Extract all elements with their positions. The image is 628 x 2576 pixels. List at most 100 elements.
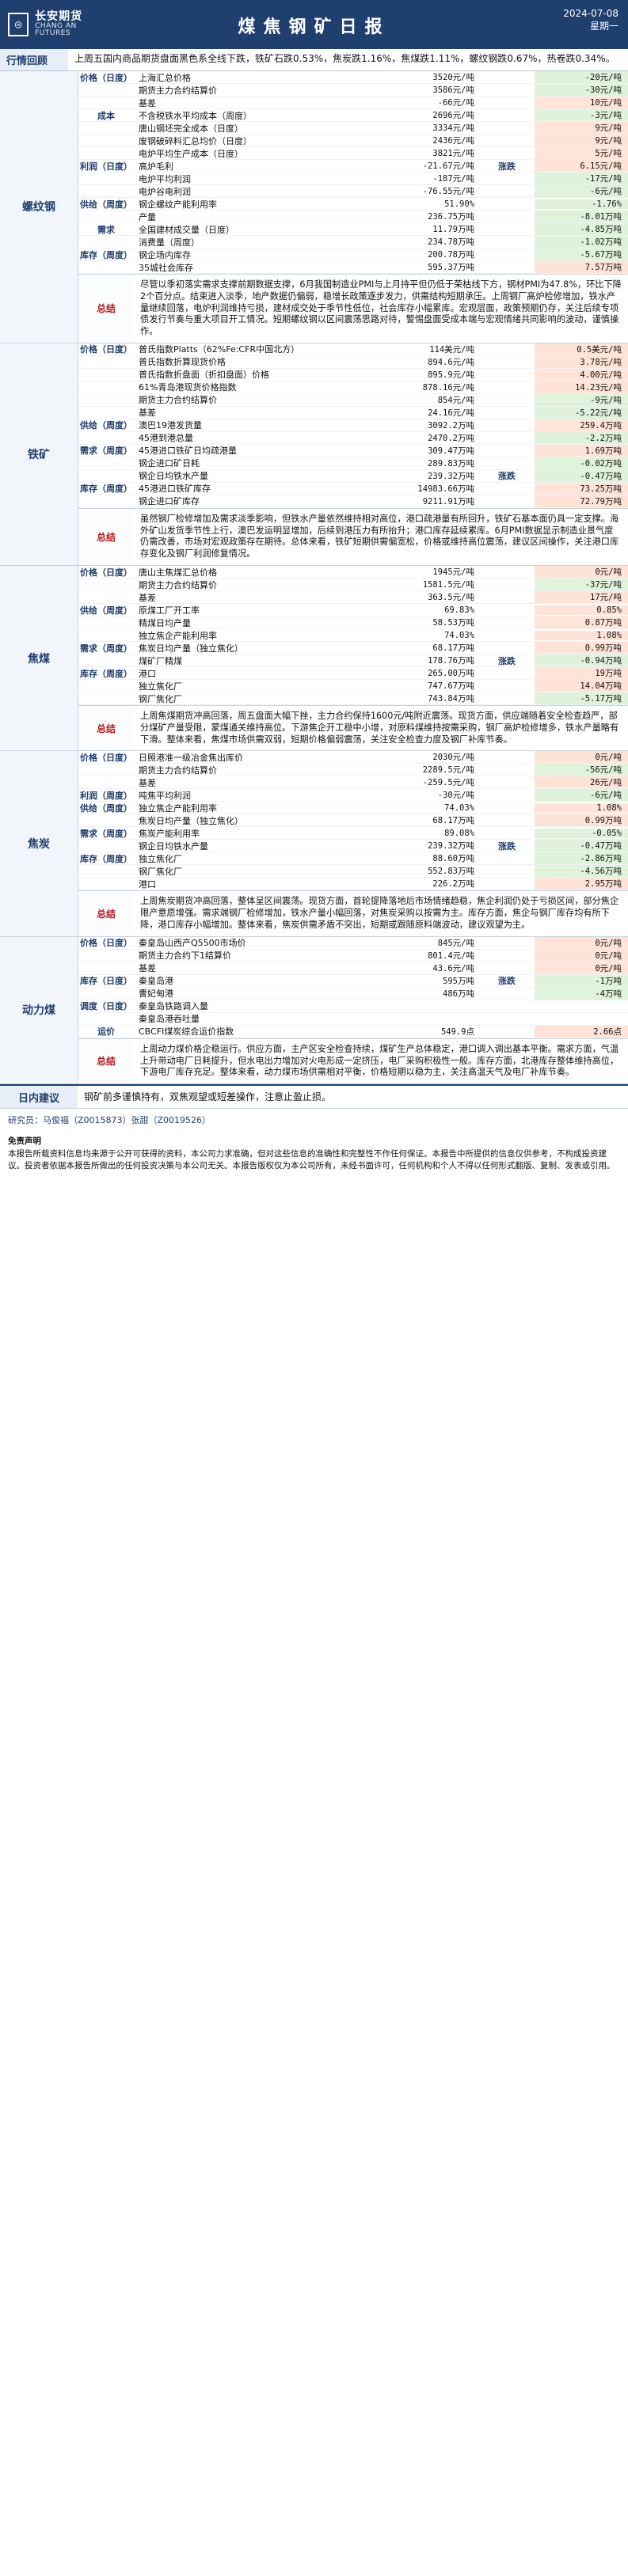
indicator-name: 期货主力合约结算价: [139, 764, 217, 776]
indicator-value: 24.16元/吨: [428, 408, 474, 418]
indicator-category: 利润（日度）: [80, 161, 132, 172]
indicator-value: 178.76万吨: [428, 656, 474, 666]
indicator-name: 上海汇总价格: [139, 72, 191, 83]
indicator-value: 69.83%: [444, 605, 474, 615]
market-review-text: 上周五国内商品期货盘面黑色系全线下跌，铁矿石跌0.53%，焦炭跌1.16%，焦煤…: [74, 53, 615, 64]
indicator-category: 供给（周度）: [80, 199, 132, 210]
indicator-name: 45港进口铁矿日均疏港量: [139, 446, 237, 457]
indicator-category: 价格（日度）: [80, 344, 132, 355]
indicator-category: 库存（周度）: [80, 853, 132, 864]
summary-text: 虽然钢厂检修增加及需求淡季影响，但铁水产量依然维持相对高位，港口疏港量有所回升，…: [140, 513, 619, 560]
section-title: 焦煤: [0, 566, 78, 751]
indicator-name: 独立焦化厂: [139, 853, 182, 864]
indicator-row: 期货主力合约结算价 2289.5元/吨 -56元/吨: [78, 764, 628, 777]
indicator-row: 供给（周度） 原煤工厂开工率 69.83% 0.85%: [78, 604, 628, 617]
indicator-value: -259.5元/吨: [422, 778, 474, 788]
indicator-name: 普氏指数折盘面（折扣盘面）价格: [139, 370, 269, 381]
indicator-name: 精煤日均产量: [139, 617, 191, 628]
indicator-name: 基差: [139, 963, 156, 974]
disclaimer-text: 本报告所载资料信息均来源于公开可获得的资料，本公司力求准确，但对这些信息的准确性…: [8, 1149, 615, 1170]
indicator-value: 2436元/吨: [432, 136, 474, 146]
indicator-name: 钢企进口矿库存: [139, 496, 200, 507]
indicator-change: 0元/吨: [535, 566, 628, 579]
indicator-change: 14.04万吨: [535, 680, 628, 692]
indicator-name: 煤矿厂精煤: [139, 655, 182, 666]
section-1: 铁矿 价格（日度） 普氏指数Platts（62%Fe:CFR中国北方） 114美元/吨…: [0, 343, 628, 567]
indicator-value: 895.9元/吨: [428, 370, 474, 380]
indicator-name: 秦皇岛山西产Q5500市场价: [139, 938, 246, 949]
indicator-row: 需求（周度） 焦炭日均产量（独立焦化） 68.17万吨 0.99万吨: [78, 642, 628, 655]
market-review-label: 行情回顾: [0, 49, 68, 70]
indicator-row: 35城社会库存 595.37万吨 7.57万吨: [78, 261, 628, 274]
indicator-name: 秦皇岛铁路调入量: [139, 1001, 208, 1012]
indicator-row: 基差 43.6元/吨 0元/吨: [78, 962, 628, 975]
indicator-value: 3092.2万吨: [428, 420, 474, 431]
indicator-change: -1万吨: [535, 974, 628, 987]
indicator-row: 独立焦企产能利用率 74.03% 1.08%: [78, 629, 628, 643]
sections: 螺纹钢 价格（日度） 上海汇总价格 3520元/吨 -20元/吨 期货主力合约结算价 358…: [0, 71, 628, 1085]
section-title: 螺纹钢: [0, 71, 78, 343]
section-0: 螺纹钢 价格（日度） 上海汇总价格 3520元/吨 -20元/吨 期货主力合约结算价 358…: [0, 71, 628, 343]
indicator-change: 17元/吨: [535, 591, 628, 604]
indicator-value: 3586元/吨: [432, 85, 474, 95]
indicator-value: -30元/吨: [437, 791, 474, 801]
indicator-category: 价格（日度）: [80, 938, 132, 949]
indicator-change: 1.08%: [535, 802, 628, 813]
indicator-value: 854元/吨: [437, 395, 474, 405]
indicator-value: 549.9点: [440, 1026, 474, 1037]
indicator-row: 钢企日均铁水产量 239.32万吨 涨跌 -0.47万吨: [78, 840, 628, 853]
indicator-row: 供给（周度） 澳巴19港发货量 3092.2万吨 259.4万吨: [78, 419, 628, 432]
indicator-change: -5.67万吨: [535, 248, 628, 260]
indicator-category: 库存（周度）: [80, 484, 132, 495]
indicator-category: 调度（日度）: [80, 1001, 132, 1012]
disclaimer: 免责声明 本报告所载资料信息均来源于公开可获得的资料，本公司力求准确，但对这些信…: [0, 1131, 628, 1176]
indicator-name: 钢厂焦化厂: [139, 693, 182, 704]
indicator-row: 库存（周度） 港口 265.00万吨 19万吨: [78, 667, 628, 681]
indicator-change: 9元/吨: [535, 122, 628, 134]
indicator-table: 价格（日度） 唐山主焦煤汇总价格 1945元/吨 0元/吨 期货主力合约结算价 1581.…: [78, 566, 628, 706]
indicator-category: 供给（周度）: [80, 605, 132, 616]
indicator-change: 0元/吨: [535, 751, 628, 764]
indicator-change: -1.02万吨: [535, 236, 628, 248]
indicator-row: 秦皇岛港吞吐量: [78, 1013, 628, 1026]
indicator-name: 电炉平均生产成本（日度）: [139, 148, 243, 159]
section-body: 价格（日度） 普氏指数Platts（62%Fe:CFR中国北方） 114美元/吨 0.…: [78, 343, 628, 566]
indicator-row: 成本 不含税铁水平均成本（周度） 2696元/吨 -3元/吨: [78, 109, 628, 122]
section-3: 焦炭 价格（日度） 日照港准一级冶金焦出库价 2030元/吨 0元/吨 期货主力合约结算价…: [0, 751, 628, 937]
indicator-category: 价格（日度）: [80, 752, 132, 763]
indicator-name: 港口: [139, 668, 156, 679]
indicator-trend-label: 涨跌: [498, 161, 516, 172]
indicator-name: 钢企场内库存: [139, 249, 191, 260]
indicator-value: -21.67元/吨: [422, 161, 474, 171]
indicator-value: 3334元/吨: [432, 123, 474, 133]
indicator-row: 利润（周度） 吨焦平均利润 -30元/吨 -6元/吨: [78, 789, 628, 802]
indicator-row: 钢厂焦化厂 552.83万吨 -4.56万吨: [78, 865, 628, 878]
indicator-change: 26元/吨: [535, 776, 628, 789]
summary-text: 尽管以季初落实需求支撑前期数据支撑，6月我国制造业PMI与上月持平但仍低于荣枯线…: [140, 279, 622, 337]
indicator-value: 226.2万吨: [432, 879, 474, 890]
indicator-change: -20元/吨: [535, 71, 628, 83]
section-summary: 总结 虽然钢厂检修增加及需求淡季影响，但铁水产量依然维持相对高位，港口疏港量有所回…: [78, 507, 628, 566]
section-body: 价格（日度） 秦皇岛山西产Q5500市场价 845元/吨 0元/吨 期货主力合约下1结算…: [78, 936, 628, 1084]
indicator-row: 供给（周度） 钢企螺纹产能利用率 51.90% -1.76%: [78, 198, 628, 211]
indicator-name: 基差: [139, 97, 156, 108]
section-body: 价格（日度） 上海汇总价格 3520元/吨 -20元/吨 期货主力合约结算价 3586元/…: [78, 71, 628, 343]
indicator-change: -9元/吨: [535, 393, 628, 406]
indicator-value: -187元/吨: [432, 174, 474, 184]
indicator-row: 港口 226.2万吨 2.95万吨: [78, 878, 628, 891]
indicator-row: 61%青岛港现货价格指数 878.16元/吨 14.23元/吨: [78, 381, 628, 394]
indicator-name: 原煤工厂开工率: [139, 605, 200, 616]
indicator-row: 电炉谷电利润 -76.55元/吨 -6元/吨: [78, 185, 628, 198]
report-title: 煤焦钢矿日报: [238, 17, 390, 37]
indicator-name: 钢企日均铁水产量: [139, 471, 208, 482]
indicator-value: 68.17万吨: [432, 643, 474, 654]
indicator-name: 高炉毛利: [139, 161, 173, 172]
indicator-change: -2.86万吨: [535, 852, 628, 865]
indicator-change: -5.17万吨: [535, 692, 628, 705]
indicator-row: 期货主力合约下1结算价 801.4元/吨 0元/吨: [78, 949, 628, 962]
indicator-category: 供给（周度）: [80, 420, 132, 431]
indicator-row: 需求 全国建材成交量（日度） 11.79万吨 -4.85万吨: [78, 223, 628, 236]
indicator-value: 289.83万吨: [428, 458, 474, 469]
indicator-change: 0元/吨: [535, 936, 628, 949]
indicator-name: 独立焦企产能利用率: [139, 630, 217, 641]
